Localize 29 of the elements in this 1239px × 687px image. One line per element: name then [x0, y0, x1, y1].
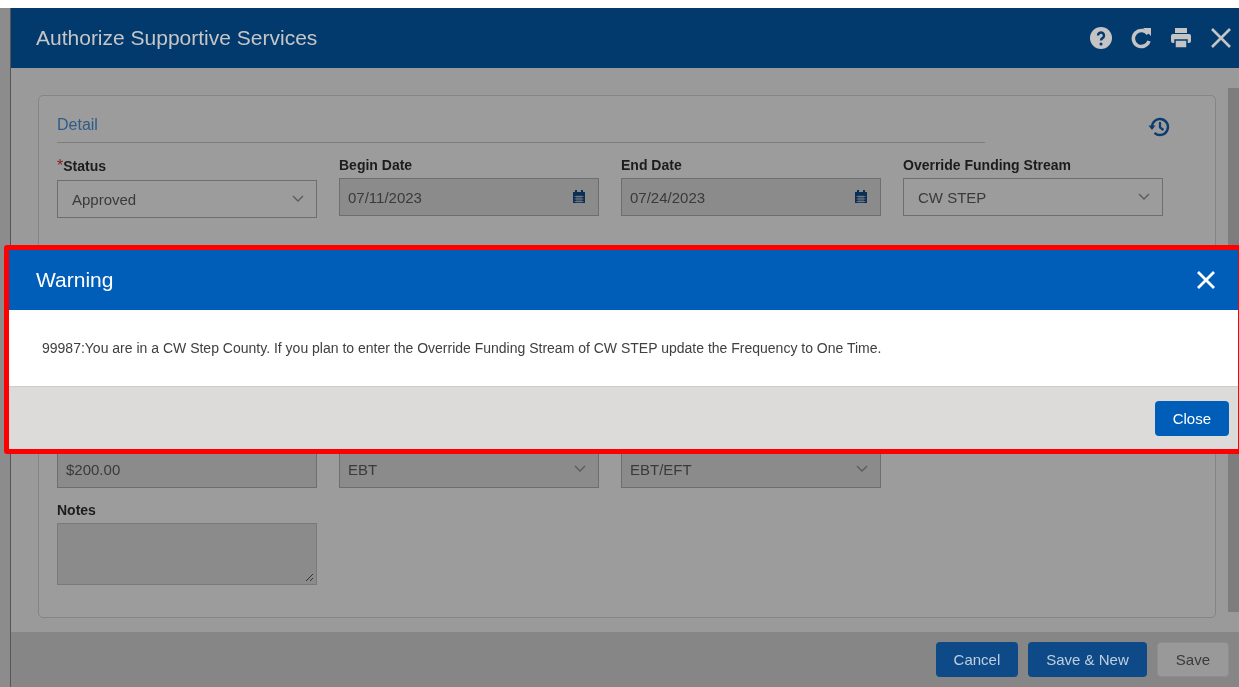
secondary-button[interactable]: Save [1156, 642, 1229, 677]
dropdown-field[interactable]: Approved [57, 180, 317, 218]
field-label: Notes [57, 502, 97, 518]
close-icon[interactable] [1209, 26, 1233, 50]
chevron-down-icon [574, 465, 586, 473]
warning-title: Warning [36, 268, 115, 292]
warning-message: 99987:You are in a CW Step County. If you plan to enter the Override Funding Stream of CW STEP update the Frequency to One Time. [42, 340, 882, 356]
action-button[interactable]: Save & New [1028, 642, 1147, 677]
chevron-down-icon [856, 465, 868, 473]
chevron-down-icon [292, 195, 304, 203]
field-label: Status [63, 158, 107, 174]
chevron-down-icon [1138, 193, 1150, 201]
calendar-icon [854, 190, 868, 204]
dropdown-field[interactable]: CW STEP [903, 178, 1163, 216]
field-label: End Date [621, 157, 682, 173]
field-label: Override Funding Stream [903, 157, 1072, 173]
calendar-icon [572, 190, 586, 204]
close-button[interactable]: Close [1154, 400, 1229, 436]
field-label: Begin Date [339, 157, 413, 173]
help-icon[interactable] [1089, 26, 1113, 50]
action-button[interactable]: Cancel [935, 642, 1019, 677]
date-field[interactable]: 07/11/2023 [339, 178, 599, 216]
refresh-icon[interactable] [1129, 26, 1153, 50]
section-title: Detail [57, 110, 985, 143]
required-marker: * [57, 157, 64, 175]
resize-grip-icon [304, 572, 314, 582]
print-icon[interactable] [1169, 26, 1193, 50]
date-field[interactable]: 07/24/2023 [621, 178, 881, 216]
window-title: Authorize Supportive Services [36, 26, 319, 50]
